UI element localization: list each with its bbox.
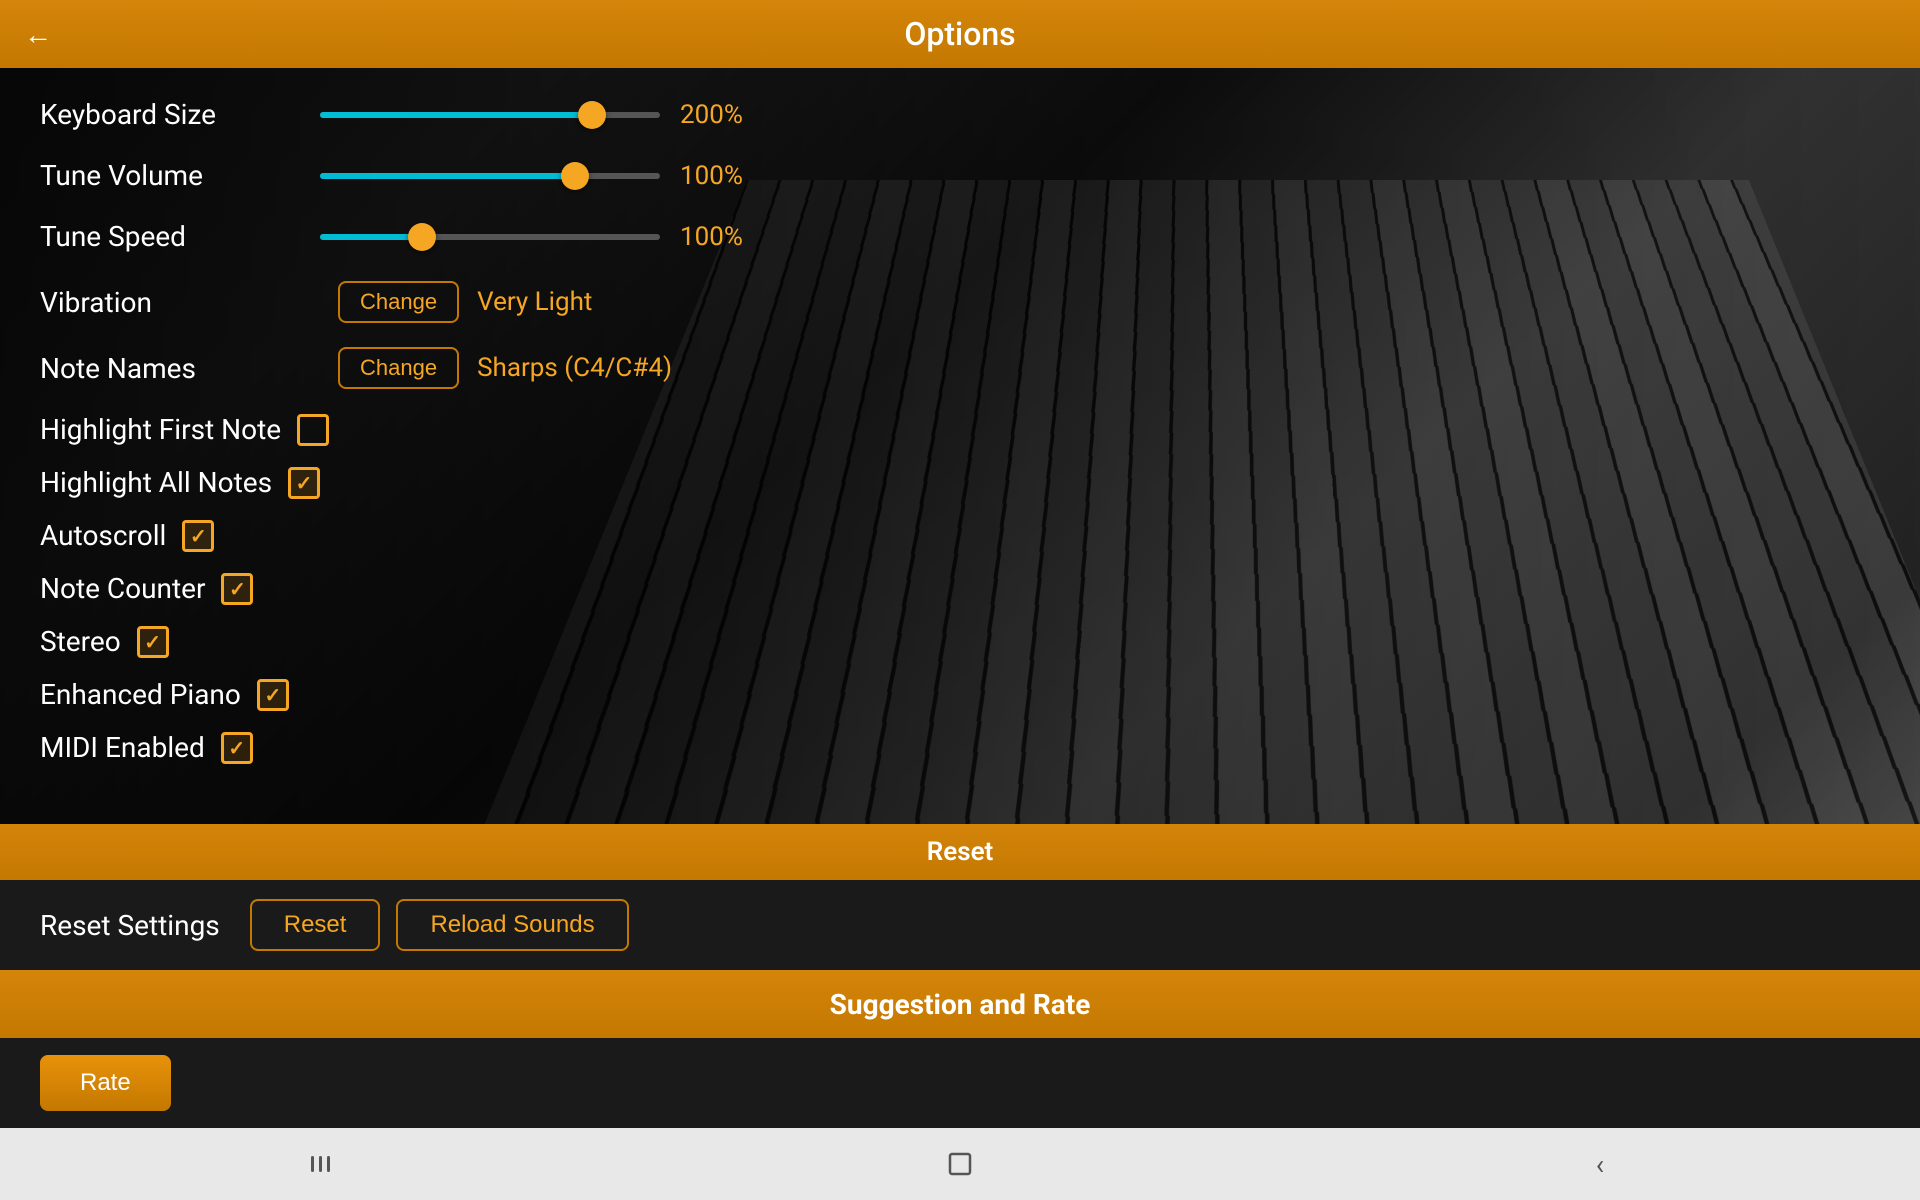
suggestion-header-text: Suggestion and Rate (830, 988, 1091, 1021)
android-nav-bar: ‹ (0, 1128, 1920, 1200)
checkboxes-container: Highlight First Note Highlight All Notes A… (40, 413, 1880, 764)
tune-speed-label: Tune Speed (40, 220, 320, 253)
checkbox-note_counter[interactable] (221, 573, 253, 605)
nav-back-icon[interactable]: ‹ (1570, 1144, 1630, 1184)
reset-section-header: Reset (0, 824, 1920, 880)
page-title: Options (904, 15, 1015, 53)
vibration-value: Very Light (477, 287, 592, 317)
checkbox-row-highlight_first: Highlight First Note (40, 413, 1880, 446)
checkbox-row-autoscroll: Autoscroll (40, 519, 1880, 552)
keyboard-size-track[interactable] (320, 112, 660, 118)
keyboard-size-fill (320, 112, 592, 118)
app-header: ← Options (0, 0, 1920, 68)
tune-speed-fill (320, 234, 422, 240)
note-names-label: Note Names (40, 352, 320, 385)
reset-settings-label: Reset Settings (40, 909, 220, 942)
reload-sounds-button[interactable]: Reload Sounds (396, 899, 628, 951)
nav-menu-icon[interactable] (290, 1144, 350, 1184)
checkbox-stereo[interactable] (137, 626, 169, 658)
checkbox-label-note_counter: Note Counter (40, 572, 205, 605)
keyboard-size-slider-container: 200% (320, 100, 820, 130)
tune-speed-thumb[interactable] (408, 223, 436, 251)
checkbox-row-stereo: Stereo (40, 625, 1880, 658)
checkbox-label-stereo: Stereo (40, 625, 121, 658)
keyboard-size-label: Keyboard Size (40, 98, 320, 131)
keyboard-size-thumb[interactable] (578, 101, 606, 129)
checkbox-label-enhanced_piano: Enhanced Piano (40, 678, 241, 711)
settings-area: Keyboard Size 200% Tune Volume 100% (0, 68, 1920, 824)
tune-volume-track[interactable] (320, 173, 660, 179)
checkbox-midi_enabled[interactable] (221, 732, 253, 764)
checkbox-row-midi_enabled: MIDI Enabled (40, 731, 1880, 764)
checkbox-label-highlight_all: Highlight All Notes (40, 466, 272, 499)
reset-header-text: Reset (927, 837, 994, 867)
checkbox-enhanced_piano[interactable] (257, 679, 289, 711)
checkbox-autoscroll[interactable] (182, 520, 214, 552)
reset-row: Reset Settings Reset Reload Sounds (0, 880, 1920, 970)
tune-speed-track[interactable] (320, 234, 660, 240)
note-names-change-button[interactable]: Change (338, 347, 459, 389)
note-names-value: Sharps (C4/C#4) (477, 353, 672, 383)
vibration-label: Vibration (40, 286, 320, 319)
suggestion-section-header: Suggestion and Rate (0, 970, 1920, 1038)
tune-volume-fill (320, 173, 575, 179)
bottom-action-row: Rate (0, 1038, 1920, 1128)
nav-home-icon[interactable] (930, 1144, 990, 1184)
rate-button[interactable]: Rate (40, 1055, 171, 1111)
checkbox-highlight_all[interactable] (288, 467, 320, 499)
checkbox-label-midi_enabled: MIDI Enabled (40, 731, 205, 764)
checkbox-highlight_first[interactable] (297, 414, 329, 446)
checkbox-label-highlight_first: Highlight First Note (40, 413, 281, 446)
keyboard-size-value: 200% (680, 100, 760, 130)
tune-volume-value: 100% (680, 161, 760, 191)
back-button[interactable]: ← (24, 18, 52, 51)
keyboard-size-row: Keyboard Size 200% (40, 98, 1880, 131)
reset-button[interactable]: Reset (250, 899, 381, 951)
note-names-row: Note Names Change Sharps (C4/C#4) (40, 347, 1880, 389)
tune-speed-slider-container: 100% (320, 222, 820, 252)
checkbox-row-highlight_all: Highlight All Notes (40, 466, 1880, 499)
vibration-row: Vibration Change Very Light (40, 281, 1880, 323)
tune-speed-row: Tune Speed 100% (40, 220, 1880, 253)
tune-volume-row: Tune Volume 100% (40, 159, 1880, 192)
checkbox-row-note_counter: Note Counter (40, 572, 1880, 605)
tune-volume-label: Tune Volume (40, 159, 320, 192)
tune-speed-value: 100% (680, 222, 760, 252)
checkbox-label-autoscroll: Autoscroll (40, 519, 166, 552)
tune-volume-slider-container: 100% (320, 161, 820, 191)
checkbox-row-enhanced_piano: Enhanced Piano (40, 678, 1880, 711)
vibration-change-button[interactable]: Change (338, 281, 459, 323)
tune-volume-thumb[interactable] (561, 162, 589, 190)
